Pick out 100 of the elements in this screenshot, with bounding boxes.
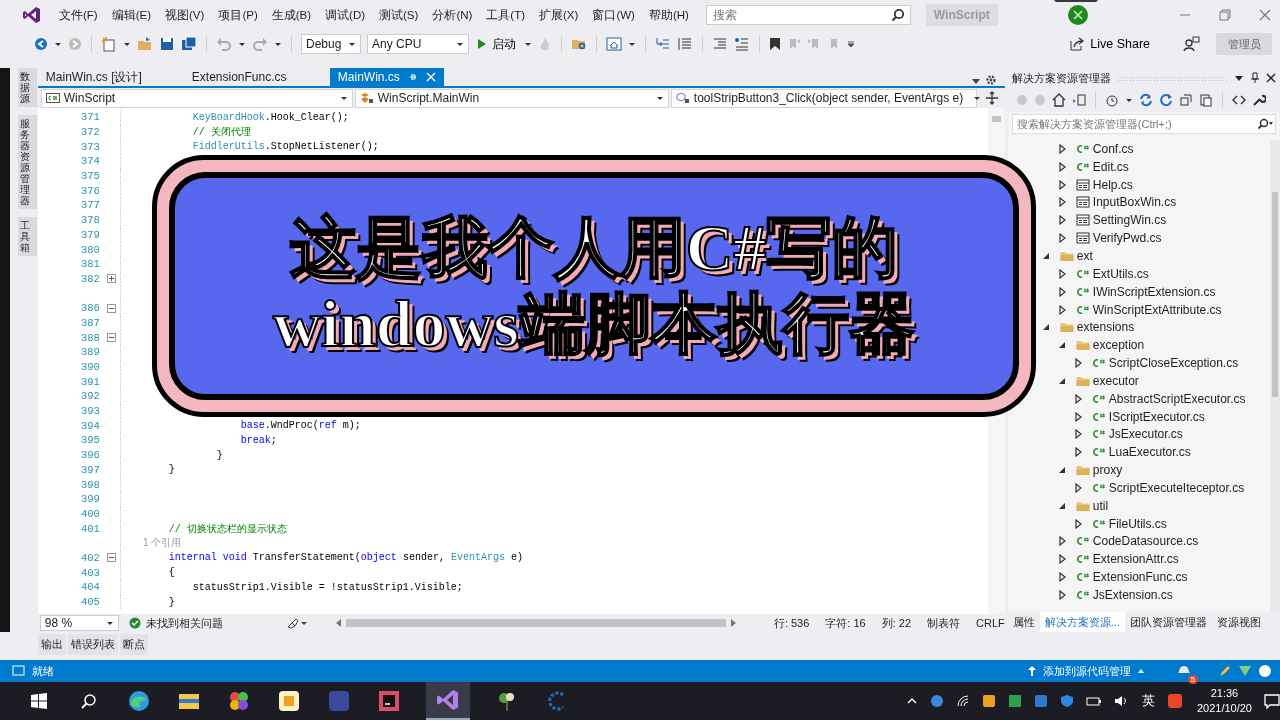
menu-item[interactable]: 调试(D) bbox=[318, 7, 373, 23]
menu-item[interactable]: 分析(N) bbox=[425, 7, 480, 23]
dropdown-icon[interactable] bbox=[1234, 73, 1244, 83]
folder-item[interactable]: executor bbox=[1055, 371, 1270, 390]
folder-item[interactable]: proxy bbox=[1055, 461, 1270, 480]
caret-icon[interactable] bbox=[274, 41, 282, 47]
scroll-right-icon[interactable] bbox=[730, 619, 737, 627]
comment-lines-icon[interactable] bbox=[712, 36, 728, 52]
brush-icon[interactable] bbox=[286, 617, 309, 629]
volume-icon[interactable] bbox=[1113, 694, 1128, 708]
battery-icon[interactable] bbox=[1085, 694, 1102, 708]
file-item[interactable]: ScriptExecuteIteceptor.cs bbox=[1071, 479, 1270, 497]
close-icon[interactable] bbox=[1266, 73, 1276, 83]
switch-views-icon[interactable] bbox=[1071, 93, 1086, 107]
file-item[interactable]: InputBoxWin.cs bbox=[1055, 193, 1270, 212]
collapse-icon[interactable] bbox=[107, 553, 117, 563]
status-button[interactable]: CRLF bbox=[976, 617, 1005, 629]
tool-tab[interactable]: 断点 bbox=[120, 634, 148, 655]
menu-item[interactable]: 窗口(W) bbox=[585, 7, 642, 23]
collapse-icon[interactable] bbox=[107, 333, 117, 343]
menu-item[interactable]: 生成(B) bbox=[264, 7, 319, 23]
folder-item[interactable]: ext bbox=[1039, 247, 1270, 265]
dropdown-icon[interactable] bbox=[970, 76, 981, 86]
caret-icon[interactable] bbox=[1124, 97, 1133, 103]
live-share-button[interactable]: Live Share bbox=[1063, 35, 1156, 53]
home-icon[interactable] bbox=[1051, 93, 1066, 107]
file-item[interactable]: ExtensionFunc.cs bbox=[1055, 568, 1270, 587]
file-item[interactable]: SettingWin.cs bbox=[1055, 211, 1270, 230]
home-window-icon[interactable] bbox=[606, 36, 622, 52]
align-icon[interactable] bbox=[677, 36, 693, 52]
clock-time[interactable]: 21:36 bbox=[1210, 686, 1239, 701]
open-folder-icon[interactable] bbox=[137, 36, 153, 52]
feedback-person-icon[interactable] bbox=[1182, 35, 1200, 53]
overflow-icon[interactable] bbox=[847, 40, 855, 48]
shield-icon[interactable] bbox=[1059, 694, 1074, 708]
tool-tab[interactable]: 输出 bbox=[38, 634, 66, 655]
project-dropdown[interactable]: WinScript bbox=[40, 88, 353, 108]
folder-item[interactable]: extensions bbox=[1039, 318, 1270, 337]
refresh-icon[interactable] bbox=[1158, 93, 1173, 107]
file-item[interactable]: FileUtils.cs bbox=[1071, 514, 1270, 533]
save-icon[interactable] bbox=[159, 36, 175, 52]
file-item[interactable]: ExtUtils.cs bbox=[1055, 264, 1270, 283]
menu-item[interactable]: 文件(F) bbox=[52, 7, 105, 23]
show-files-icon[interactable] bbox=[1198, 93, 1213, 107]
split-window-icon[interactable] bbox=[984, 91, 999, 105]
caret-icon[interactable] bbox=[238, 41, 246, 47]
caret-icon[interactable] bbox=[54, 41, 62, 47]
tray-app-icon[interactable] bbox=[1007, 694, 1022, 708]
file-item[interactable]: Help.cs bbox=[1055, 175, 1270, 194]
ide-icon[interactable] bbox=[376, 689, 402, 713]
status-button[interactable]: 制表符 bbox=[927, 615, 961, 631]
source-control-button[interactable]: 添加到源代码管理 bbox=[1027, 663, 1145, 679]
sync-icon[interactable] bbox=[1138, 93, 1153, 107]
platform-dropdown[interactable]: Any CPU bbox=[367, 34, 469, 54]
vs-logo-icon[interactable] bbox=[22, 5, 42, 25]
folder-item[interactable]: util bbox=[1055, 496, 1270, 515]
class-dropdown[interactable]: WinScript.MainWin bbox=[354, 88, 669, 108]
collapse-icon[interactable] bbox=[107, 303, 117, 313]
uncomment-lines-icon[interactable] bbox=[734, 36, 750, 52]
file-item[interactable]: Edit.cs bbox=[1055, 157, 1270, 176]
save-all-icon[interactable] bbox=[181, 36, 197, 52]
file-item[interactable]: Conf.cs bbox=[1055, 140, 1270, 158]
panel-tab[interactable]: 属性 bbox=[1007, 612, 1040, 632]
menu-item[interactable]: 编辑(E) bbox=[104, 7, 159, 23]
file-item[interactable]: VerifyPwd.cs bbox=[1055, 229, 1270, 248]
panel-tab[interactable]: 团队资源管理器 bbox=[1124, 612, 1212, 632]
scrollbar[interactable] bbox=[1270, 140, 1280, 612]
avatar-icon[interactable] bbox=[1068, 5, 1088, 25]
caret-icon[interactable] bbox=[123, 41, 131, 47]
back-icon[interactable] bbox=[34, 37, 48, 51]
file-item[interactable]: IScriptExecutor.cs bbox=[1071, 407, 1270, 426]
history-icon[interactable] bbox=[1104, 93, 1119, 107]
side-tab[interactable]: 数据源 bbox=[18, 68, 37, 107]
pen-icon[interactable] bbox=[1218, 664, 1232, 678]
file-item[interactable]: JsExecutor.cs bbox=[1071, 425, 1270, 444]
document-tab[interactable]: MainWin.cs [设计] bbox=[37, 68, 180, 86]
admin-button[interactable]: 管理员 bbox=[1216, 33, 1272, 55]
menu-item[interactable]: 测试(S) bbox=[372, 7, 426, 23]
wrench-icon[interactable] bbox=[1251, 93, 1266, 107]
tray-app-icon[interactable] bbox=[981, 694, 996, 708]
member-dropdown[interactable]: toolStripButton3_Click(object sender, EventArgs e) bbox=[670, 88, 977, 108]
tray-app-icon[interactable] bbox=[929, 694, 944, 708]
side-tab[interactable]: 工具箱 bbox=[18, 217, 37, 256]
new-project-icon[interactable] bbox=[101, 36, 117, 52]
file-item[interactable]: JsExtension.cs bbox=[1055, 586, 1270, 604]
vs-logo-icon[interactable] bbox=[426, 682, 470, 720]
caret-icon[interactable] bbox=[524, 41, 532, 47]
file-item[interactable]: ExtensionAttr.cs bbox=[1055, 550, 1270, 569]
scrollbar-thumb[interactable] bbox=[991, 116, 1001, 122]
file-item[interactable]: WinScriptExtAttribute.cs bbox=[1055, 300, 1270, 319]
input-method-indicator[interactable]: 英 bbox=[1141, 692, 1155, 710]
indent-icon[interactable] bbox=[655, 36, 671, 52]
file-item[interactable]: ScriptCloseException.cs bbox=[1071, 354, 1270, 372]
side-tab[interactable]: 服务器资源管理器 bbox=[18, 115, 37, 209]
menu-item[interactable]: 视图(V) bbox=[158, 7, 212, 23]
tray-app-icon[interactable] bbox=[1166, 693, 1183, 709]
configuration-dropdown[interactable]: Debug bbox=[301, 34, 361, 54]
collapse-all-icon[interactable] bbox=[1178, 93, 1193, 107]
browser-icon[interactable] bbox=[126, 689, 152, 713]
file-item[interactable]: IWinScriptExtension.cs bbox=[1055, 282, 1270, 301]
